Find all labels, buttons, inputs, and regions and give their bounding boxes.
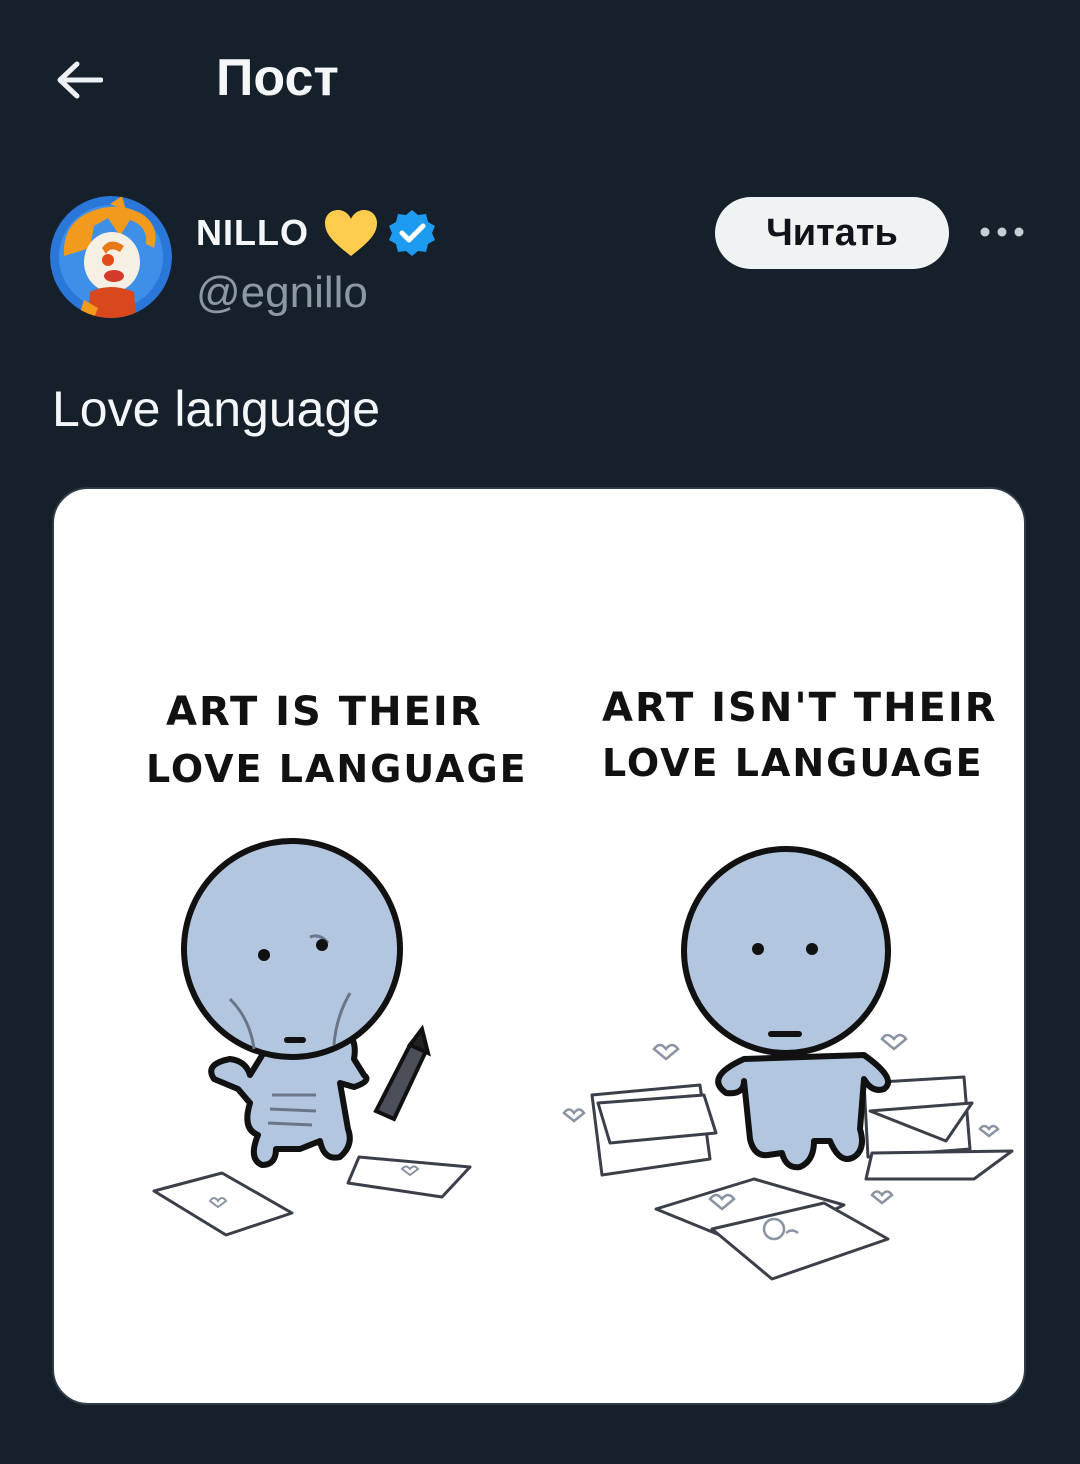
top-bar: Пост	[0, 0, 1080, 160]
post-image[interactable]: ART IS THEIR LOVE LANGUAGE ART ISN'T THE…	[52, 487, 1026, 1405]
display-name[interactable]: NILLO	[196, 212, 309, 254]
arrow-left-icon	[57, 61, 103, 99]
user-handle[interactable]: @egnillo	[196, 268, 368, 318]
name-row: NILLO	[196, 208, 437, 258]
post-author: NILLO @egnillo Читать	[50, 196, 1030, 326]
follow-button[interactable]: Читать	[715, 197, 949, 269]
comic-illustration	[152, 838, 1014, 1281]
verified-badge-icon	[387, 208, 437, 258]
back-button[interactable]	[46, 50, 112, 110]
yellow-heart-icon	[323, 208, 379, 258]
post-text: Love language	[52, 381, 381, 437]
more-horizontal-icon	[980, 227, 1024, 237]
more-button[interactable]	[972, 208, 1032, 256]
avatar[interactable]	[50, 196, 172, 318]
page-title: Пост	[216, 49, 339, 107]
